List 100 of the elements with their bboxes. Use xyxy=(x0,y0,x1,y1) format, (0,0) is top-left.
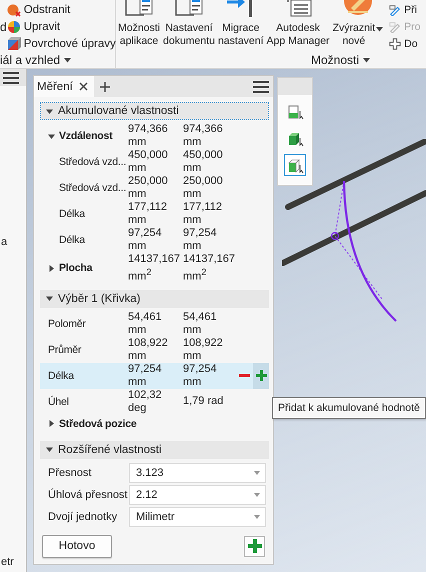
measured-value: 97,254 mm xyxy=(183,227,218,253)
toolbar-header xyxy=(278,78,312,95)
ribbon-button[interactable]: Možnosti aplikace xyxy=(118,0,160,52)
property-label: Délka xyxy=(59,234,85,246)
plus-icon[interactable] xyxy=(100,82,110,92)
measured-value: 974,366 mm xyxy=(128,123,169,149)
browser-text: etr xyxy=(0,556,15,568)
section-title: Akumulované vlastnosti xyxy=(58,105,179,117)
dropdown-caret-icon xyxy=(254,470,260,475)
add-button[interactable] xyxy=(253,362,269,389)
property-row[interactable]: Středová pozice xyxy=(40,414,269,433)
measured-value: 974,366 mm xyxy=(183,123,224,149)
section-header[interactable]: Výběr 1 (Křivka) xyxy=(40,290,269,308)
ribbon-command[interactable]: Odstranit xyxy=(6,1,116,18)
minus-icon xyxy=(239,374,250,378)
collapse-caret-icon[interactable] xyxy=(46,446,53,454)
ribbon-group-label[interactable]: iál a vzhled xyxy=(0,52,115,68)
close-icon[interactable] xyxy=(78,82,88,91)
property-label: Vzdálenost xyxy=(59,130,112,142)
tooltip: Přidat k akumulované hodnotě xyxy=(272,397,426,419)
ribbon-command[interactable]: Do xyxy=(389,35,420,52)
dropdown-field[interactable]: Milimetr xyxy=(129,506,266,527)
property-label: Středová vzd... xyxy=(59,182,126,194)
point-marker xyxy=(330,232,340,240)
collapse-caret-icon[interactable] xyxy=(48,132,55,140)
property-label: Délka xyxy=(59,208,85,220)
plus-icon xyxy=(256,370,266,382)
done-button[interactable]: Hotovo xyxy=(42,534,112,558)
measured-value: 97,254 mm xyxy=(128,227,163,253)
ribbon-button[interactable]: Zvýraznit nové xyxy=(332,0,384,52)
measured-value: 14137,167 mm$^{2}$ xyxy=(183,253,236,284)
property-row[interactable]: Délka 97,254 mm 97,254 mm xyxy=(40,362,269,389)
ribbon-button[interactable]: Autodesk App Manager xyxy=(266,0,330,52)
section-header[interactable]: Akumulované vlastnosti xyxy=(40,102,269,120)
collapse-caret-icon[interactable] xyxy=(46,108,53,114)
measured-value: 177,112 mm xyxy=(183,201,223,227)
ribbon-command[interactable]: Při xyxy=(389,1,420,18)
expand-caret-icon[interactable] xyxy=(48,264,55,272)
dropdown-caret-icon xyxy=(254,492,260,497)
property-label: Úhel xyxy=(48,396,69,408)
dropdown-caret-icon xyxy=(376,27,384,32)
property-row[interactable]: Plocha 14137,167 mm$^{2}$ 14137,167 mm$^{2}$ xyxy=(40,253,269,284)
section-title: Výběr 1 (Křivka) xyxy=(58,292,140,305)
field-label: Dvojí jednotky xyxy=(48,510,118,523)
plus-icon xyxy=(248,539,262,554)
property-label: Středová pozice xyxy=(59,418,137,430)
panel-tab[interactable]: Měření xyxy=(34,76,94,97)
measured-value: 54,461 mm xyxy=(128,310,163,337)
property-label: Poloměr xyxy=(48,318,86,330)
ribbon-label: d xyxy=(0,19,7,35)
plus-icon xyxy=(389,38,402,50)
cube-icon xyxy=(6,36,21,50)
ribbon-button[interactable]: Migrace nastavení xyxy=(218,0,264,52)
color-wheel-icon xyxy=(6,20,21,34)
browser-text: a xyxy=(0,236,8,248)
cube-cursor-icon xyxy=(286,102,304,120)
caret-down-icon xyxy=(64,58,72,62)
menu-icon[interactable] xyxy=(3,72,19,84)
measured-value: 14137,167 mm$^{2}$ xyxy=(128,253,181,284)
caret-down-icon xyxy=(363,58,370,62)
menu-icon[interactable] xyxy=(253,80,269,92)
property-label: Průměr xyxy=(48,344,82,356)
dropdown-field[interactable]: 3.123 xyxy=(129,462,266,483)
property-row[interactable]: Poloměr 54,461 mm 54,461 mm xyxy=(40,310,269,337)
property-label: Délka xyxy=(48,370,74,382)
expand-caret-icon[interactable] xyxy=(48,420,55,428)
measured-value: 177,112 mm xyxy=(128,201,168,227)
property-row[interactable]: Průměr 108,922 mm 108,922 mm xyxy=(40,336,269,363)
cube-cursor-icon xyxy=(286,156,304,174)
pencil-icon xyxy=(389,20,402,32)
dropdown-caret-icon xyxy=(254,514,260,519)
measured-value: 108,922 mm xyxy=(183,336,224,363)
measured-value: 450,000 mm xyxy=(128,149,169,175)
measured-value: 97,254 mm xyxy=(183,362,218,389)
add-button[interactable] xyxy=(244,536,265,557)
measured-value: 250,000 mm xyxy=(183,175,224,201)
pencil-icon xyxy=(389,4,402,16)
section-header[interactable]: Rozšířené vlastnosti xyxy=(40,440,269,459)
dropdown-field[interactable]: 2.12 xyxy=(129,484,266,505)
measured-value: 54,461 mm xyxy=(183,310,218,337)
ribbon-command[interactable]: Upravit xyxy=(6,18,116,35)
measured-value: 250,000 mm xyxy=(128,175,169,201)
property-label: Plocha xyxy=(59,262,92,274)
property-row[interactable]: Délka 177,112 mm 177,112 mm xyxy=(40,201,269,227)
measured-value: 97,254 mm xyxy=(128,362,163,389)
property-row[interactable]: Délka 97,254 mm 97,254 mm xyxy=(40,227,269,253)
field-label: Přesnost xyxy=(48,466,92,479)
property-row[interactable]: Úhel 102,32 deg 1,79 rad xyxy=(40,388,269,415)
field-label: Úhlová přesnost xyxy=(48,488,128,501)
property-row[interactable]: Vzdálenost 974,366 mm 974,366 mm xyxy=(40,123,269,149)
ribbon-group-label[interactable]: Možnosti xyxy=(116,52,426,68)
ribbon-button[interactable]: Nastavení dokumentu xyxy=(163,0,215,52)
measured-value: 1,79 rad xyxy=(183,395,224,408)
toolbar-button[interactable] xyxy=(284,154,306,176)
ribbon-command[interactable]: Povrchové úpravy xyxy=(6,35,116,52)
section-title: Rozšířené vlastnosti xyxy=(58,444,162,456)
paint-remove-icon xyxy=(6,2,21,16)
property-label: Středová vzd... xyxy=(59,156,126,168)
measured-value: 108,922 mm xyxy=(128,336,169,363)
collapse-caret-icon[interactable] xyxy=(46,295,53,302)
